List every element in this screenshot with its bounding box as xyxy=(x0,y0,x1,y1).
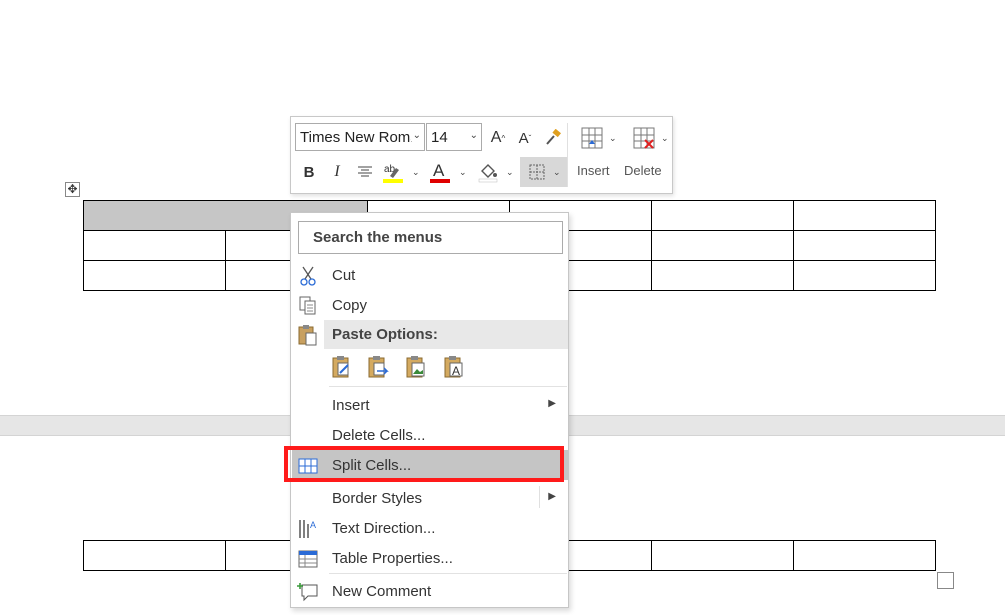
table-properties-icon xyxy=(297,548,319,570)
menu-item-label: Copy xyxy=(332,297,368,314)
bold-icon[interactable]: B xyxy=(299,161,319,183)
copy-icon xyxy=(297,295,319,317)
picture-icon[interactable] xyxy=(404,355,430,381)
chevron-down-icon[interactable]: ⌄ xyxy=(506,167,514,178)
menu-separator xyxy=(329,386,567,387)
annotation-highlight-box xyxy=(284,446,564,482)
font-name-value: Times New Roman xyxy=(300,129,412,146)
menu-item-label: Table Properties... xyxy=(332,550,453,567)
menu-item-label: Cut xyxy=(332,267,356,284)
font-name-combo[interactable]: Times New Roman ⌄ xyxy=(295,123,425,151)
chevron-right-icon: ▶ xyxy=(548,398,556,409)
chevron-down-icon[interactable]: ⌄ xyxy=(470,130,478,141)
paste-options-label: Paste Options: xyxy=(332,326,438,343)
chevron-down-icon[interactable]: ⌄ xyxy=(410,130,421,141)
grow-font-icon[interactable]: A ^ xyxy=(487,127,509,149)
table-cell[interactable] xyxy=(793,540,936,571)
menu-item-copy[interactable]: Copy xyxy=(292,290,568,320)
chevron-down-icon[interactable]: ⌄ xyxy=(661,133,669,144)
table-cell[interactable] xyxy=(83,540,226,571)
menu-item-table-properties[interactable]: Table Properties... xyxy=(292,543,568,573)
menu-item-label: New Comment xyxy=(332,583,432,600)
font-color-icon[interactable]: A xyxy=(429,159,451,185)
highlight-color-icon[interactable]: ab xyxy=(381,159,405,185)
menu-item-label: Border Styles xyxy=(332,490,423,507)
menu-item-new-comment[interactable]: New Comment xyxy=(292,576,568,606)
menu-search-input[interactable] xyxy=(313,223,553,252)
table-cell[interactable] xyxy=(793,260,936,291)
paste-options-header: Paste Options: xyxy=(324,320,568,349)
chevron-down-icon[interactable]: ⌄ xyxy=(553,167,561,178)
shrink-font-icon[interactable]: Aˇ xyxy=(514,127,536,149)
svg-text:A: A xyxy=(452,364,460,378)
menu-item-text-direction[interactable]: A Text Direction... xyxy=(292,513,568,543)
menu-search-box[interactable] xyxy=(298,221,563,254)
table-cell[interactable] xyxy=(793,200,936,231)
table-cell[interactable] xyxy=(793,230,936,261)
delete-label[interactable]: Delete xyxy=(624,163,662,178)
menu-separator xyxy=(329,573,567,574)
table-cell[interactable] xyxy=(651,540,794,571)
shading-icon[interactable] xyxy=(477,159,499,185)
new-comment-icon xyxy=(297,581,319,603)
menu-item-insert[interactable]: Insert ▶ xyxy=(292,390,568,420)
toolbar-divider xyxy=(567,123,568,187)
clipboard-icon xyxy=(297,324,319,346)
font-size-value: 14 xyxy=(431,129,448,146)
submenu-divider xyxy=(539,486,540,508)
insert-table-icon[interactable] xyxy=(579,125,605,151)
table-move-handle-icon[interactable]: ✥ xyxy=(65,182,80,197)
table-cell[interactable] xyxy=(651,260,794,291)
keep-text-only-icon[interactable]: A xyxy=(442,355,468,381)
table-resize-handle-icon[interactable] xyxy=(937,572,954,589)
mini-toolbar: Times New Roman ⌄ 14 ⌄ A^ Aˇ ⌄ ⌄ B I ab … xyxy=(290,116,673,194)
keep-source-formatting-icon[interactable] xyxy=(330,355,356,381)
table-cell[interactable] xyxy=(651,230,794,261)
menu-item-cut[interactable]: Cut xyxy=(292,260,568,290)
italic-icon[interactable]: I xyxy=(327,161,347,183)
chevron-down-icon[interactable]: ⌄ xyxy=(609,133,617,144)
table-cell[interactable] xyxy=(651,200,794,231)
merged-selection-fill xyxy=(224,201,227,230)
text-direction-icon: A xyxy=(297,518,319,540)
delete-table-icon[interactable] xyxy=(631,125,657,151)
svg-text:A: A xyxy=(310,520,316,530)
table-cell-selected[interactable] xyxy=(83,200,226,231)
table-cell[interactable] xyxy=(83,260,226,291)
center-align-icon[interactable] xyxy=(354,161,376,183)
scissors-icon xyxy=(297,265,319,287)
menu-item-label: Delete Cells... xyxy=(332,427,426,444)
menu-item-label: Text Direction... xyxy=(332,520,436,537)
svg-text:A: A xyxy=(433,161,445,180)
font-size-combo[interactable]: 14 ⌄ xyxy=(426,123,482,151)
merge-table-icon[interactable] xyxy=(366,355,392,381)
chevron-down-icon[interactable]: ⌄ xyxy=(412,167,420,178)
table-cell[interactable] xyxy=(83,230,226,261)
menu-item-label: Insert xyxy=(332,397,370,414)
format-painter-icon[interactable] xyxy=(542,127,564,149)
context-menu: Cut Copy Paste Options: A Insert ▶ Delet… xyxy=(290,212,569,608)
chevron-right-icon: ▶ xyxy=(548,491,556,502)
chevron-down-icon[interactable]: ⌄ xyxy=(459,167,467,178)
insert-label[interactable]: Insert xyxy=(577,163,610,178)
menu-item-border-styles[interactable]: Border Styles ▶ xyxy=(292,483,568,513)
